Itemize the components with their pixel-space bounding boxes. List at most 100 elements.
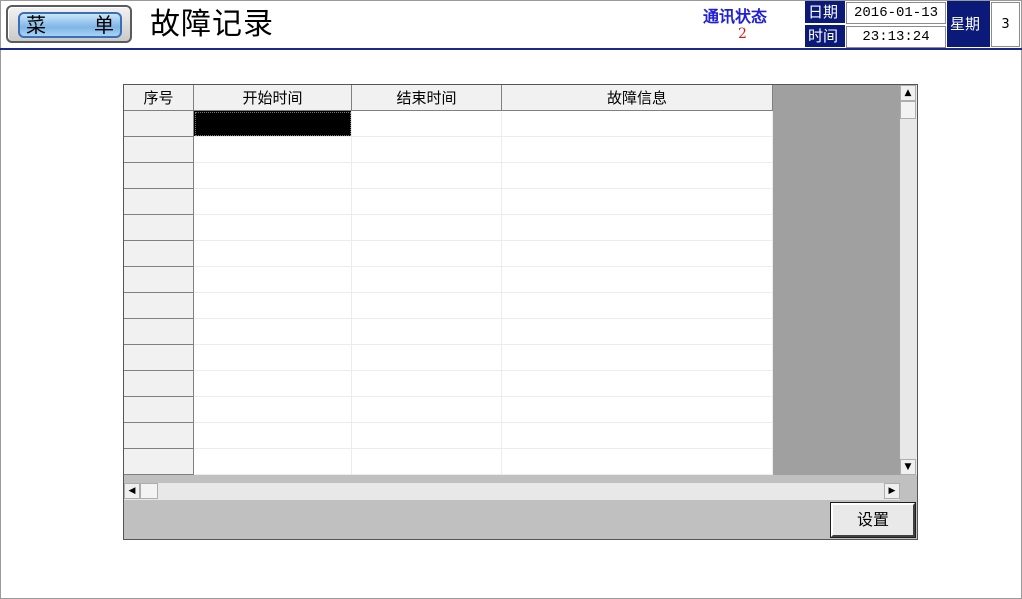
- column-header-index[interactable]: 序号: [124, 85, 194, 111]
- column-header-start-time[interactable]: 开始时间: [193, 85, 352, 111]
- table-cell[interactable]: [351, 266, 502, 293]
- time-value: 23:13:24: [846, 26, 946, 48]
- table-row[interactable]: [124, 318, 773, 345]
- comm-status-value: 2: [738, 26, 747, 42]
- table-cell[interactable]: [501, 396, 773, 423]
- table-row[interactable]: [124, 370, 773, 397]
- table-cell[interactable]: [501, 422, 773, 449]
- row-header-cell[interactable]: [124, 188, 194, 215]
- table-cell[interactable]: [193, 422, 352, 449]
- table-row[interactable]: [124, 240, 773, 267]
- table-cell[interactable]: [193, 448, 352, 475]
- table-cell[interactable]: [193, 188, 352, 215]
- table-row[interactable]: [124, 448, 773, 475]
- table-cell[interactable]: [193, 266, 352, 293]
- table-row[interactable]: [124, 162, 773, 189]
- table-cell[interactable]: [351, 318, 502, 345]
- table-header-row: 序号 开始时间 结束时间 故障信息: [124, 85, 773, 111]
- table-cell[interactable]: [193, 344, 352, 371]
- row-header-cell[interactable]: [124, 110, 194, 137]
- table-cell[interactable]: [193, 396, 352, 423]
- row-header-cell[interactable]: [124, 396, 194, 423]
- menu-button-label-left: 菜: [26, 13, 46, 37]
- table-cell[interactable]: [351, 162, 502, 189]
- row-header-cell[interactable]: [124, 162, 194, 189]
- table-cell[interactable]: [193, 110, 352, 137]
- weekday-value: 3: [991, 2, 1020, 47]
- table-cell[interactable]: [351, 188, 502, 215]
- table-cell[interactable]: [193, 162, 352, 189]
- table-row[interactable]: [124, 292, 773, 319]
- table-cell[interactable]: [351, 344, 502, 371]
- table-row[interactable]: [124, 136, 773, 163]
- arrow-up-icon[interactable]: ▲: [900, 85, 916, 101]
- time-label: 时间: [805, 25, 845, 47]
- table-cell[interactable]: [351, 292, 502, 319]
- table-cell[interactable]: [501, 136, 773, 163]
- row-header-cell[interactable]: [124, 422, 194, 449]
- table-cell[interactable]: [351, 370, 502, 397]
- table-cell[interactable]: [501, 292, 773, 319]
- comm-status-label: 通讯状态: [703, 7, 768, 26]
- menu-button-face[interactable]: 菜 单: [18, 12, 122, 38]
- table-cell[interactable]: [193, 136, 352, 163]
- fault-table: 序号 开始时间 结束时间 故障信息: [124, 85, 773, 475]
- arrow-down-icon[interactable]: ▼: [900, 459, 916, 475]
- row-header-cell[interactable]: [124, 266, 194, 293]
- row-header-cell[interactable]: [124, 240, 194, 267]
- table-cell[interactable]: [193, 214, 352, 241]
- row-header-cell[interactable]: [124, 448, 194, 475]
- vertical-scrollbar[interactable]: ▲ ▼: [900, 85, 917, 475]
- table-cell[interactable]: [501, 110, 773, 137]
- row-header-cell[interactable]: [124, 214, 194, 241]
- arrow-right-icon[interactable]: ▶: [884, 483, 900, 499]
- table-row[interactable]: [124, 214, 773, 241]
- row-header-cell[interactable]: [124, 318, 194, 345]
- table-cell[interactable]: [501, 318, 773, 345]
- table-cell[interactable]: [501, 448, 773, 475]
- date-value: 2016-01-13: [846, 2, 946, 24]
- table-cell[interactable]: [501, 240, 773, 267]
- table-row[interactable]: [124, 266, 773, 293]
- table-cell[interactable]: [501, 266, 773, 293]
- table-cell[interactable]: [501, 370, 773, 397]
- vertical-scroll-thumb[interactable]: [900, 101, 916, 119]
- table-cell[interactable]: [351, 396, 502, 423]
- arrow-left-icon[interactable]: ◀: [124, 483, 140, 499]
- settings-button[interactable]: 设置: [831, 503, 915, 537]
- table-cell[interactable]: [501, 214, 773, 241]
- weekday-label: 星期: [947, 1, 990, 47]
- table-cell[interactable]: [351, 110, 502, 137]
- menu-button-label-right: 单: [94, 13, 114, 37]
- row-header-cell[interactable]: [124, 344, 194, 371]
- table-cell[interactable]: [351, 136, 502, 163]
- grid-viewport[interactable]: 序号 开始时间 结束时间 故障信息: [124, 85, 900, 475]
- table-row[interactable]: [124, 422, 773, 449]
- table-cell[interactable]: [501, 188, 773, 215]
- table-cell[interactable]: [193, 370, 352, 397]
- horizontal-scrollbar[interactable]: ◀ ▶: [124, 483, 900, 500]
- fault-record-grid[interactable]: 序号 开始时间 结束时间 故障信息 ▲ ▼ ◀ ▶ 设置: [123, 84, 918, 540]
- table-row[interactable]: [124, 344, 773, 371]
- column-header-fault-info[interactable]: 故障信息: [501, 85, 773, 111]
- table-cell[interactable]: [193, 318, 352, 345]
- row-header-cell[interactable]: [124, 292, 194, 319]
- table-cell[interactable]: [351, 422, 502, 449]
- horizontal-scroll-thumb[interactable]: [140, 483, 158, 499]
- table-cell[interactable]: [193, 292, 352, 319]
- column-header-end-time[interactable]: 结束时间: [351, 85, 502, 111]
- table-row[interactable]: [124, 110, 773, 137]
- table-cell[interactable]: [351, 448, 502, 475]
- table-cell[interactable]: [351, 240, 502, 267]
- date-label: 日期: [805, 1, 845, 23]
- table-cell[interactable]: [193, 240, 352, 267]
- table-cell[interactable]: [501, 344, 773, 371]
- header-divider: [0, 48, 1022, 50]
- row-header-cell[interactable]: [124, 370, 194, 397]
- table-cell[interactable]: [501, 162, 773, 189]
- row-header-cell[interactable]: [124, 136, 194, 163]
- table-row[interactable]: [124, 188, 773, 215]
- menu-button[interactable]: 菜 单: [6, 5, 132, 43]
- table-cell[interactable]: [351, 214, 502, 241]
- table-row[interactable]: [124, 396, 773, 423]
